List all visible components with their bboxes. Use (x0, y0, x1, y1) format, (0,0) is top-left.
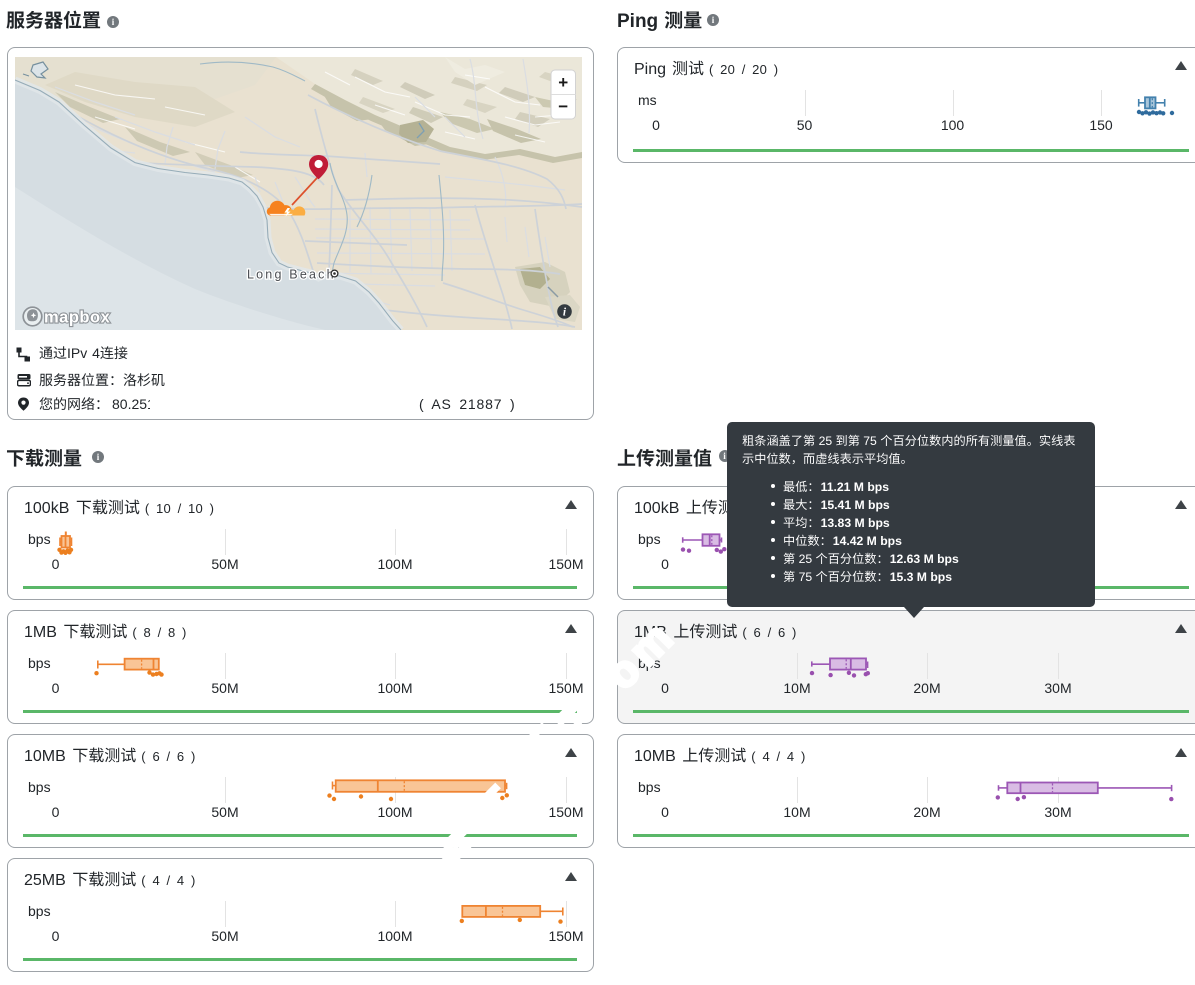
svg-text:( 8 / 8 ): ( 8 / 8 ) (132, 625, 186, 640)
svg-text:( 4 / 4 ): ( 4 / 4 ) (751, 749, 805, 764)
svg-text:10MB: 10MB (24, 748, 66, 765)
svg-text:1MB: 1MB (634, 624, 667, 641)
svg-text:( 4 / 4 ): ( 4 / 4 ) (141, 873, 195, 888)
svg-text:100kB: 100kB (24, 500, 69, 517)
svg-text:( AS 21887 ): ( AS 21887 ) (419, 396, 515, 412)
svg-text:( 6 / 6 ): ( 6 / 6 ) (141, 749, 195, 764)
svg-text:10MB: 10MB (634, 748, 676, 765)
svg-text:mapbox: mapbox (44, 309, 111, 327)
svg-text:Ping: Ping (617, 11, 658, 32)
svg-text:100kB: 100kB (634, 500, 679, 517)
svg-text:75: 75 (795, 570, 815, 584)
svg-text:25MB: 25MB (24, 872, 66, 889)
svg-text:−: − (558, 97, 568, 116)
svg-text:+: + (558, 73, 568, 92)
svg-text:1MB: 1MB (24, 624, 57, 641)
svg-text:Long Beach: Long Beach (247, 268, 336, 282)
svg-text:15.3 M bps: 15.3 M bps (890, 570, 953, 584)
svg-text:( 10 / 10 ): ( 10 / 10 ) (145, 501, 214, 516)
svg-text:IPv 4: IPv 4 (67, 345, 100, 361)
svg-text:Ping: Ping (634, 61, 666, 78)
svg-text:( 20 / 20 ): ( 20 / 20 ) (709, 62, 778, 77)
svg-text:( 6 / 6 ): ( 6 / 6 ) (742, 625, 796, 640)
